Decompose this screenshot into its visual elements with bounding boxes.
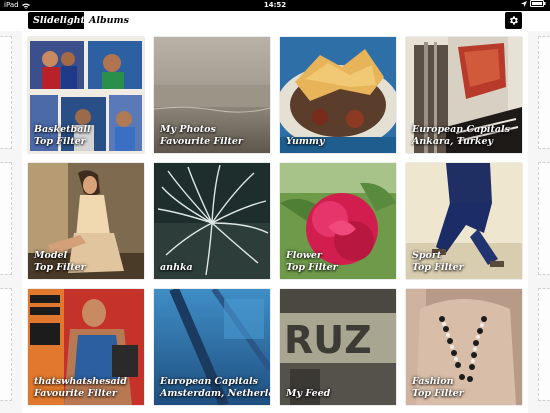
album-tile-ankara[interactable]: European Capitals Ankara, Turkey [406, 37, 522, 153]
album-title: Fashion [412, 376, 454, 387]
album-caption: Basketball Top Filter [34, 124, 140, 148]
album-caption: Fashion Top Filter [412, 376, 518, 400]
album-tile-flower[interactable]: Flower Top Filter [280, 163, 396, 279]
previous-page-preview [0, 36, 12, 149]
album-subtitle: Favourite Filter [34, 388, 117, 399]
album-caption: anhka [160, 262, 266, 274]
album-title: Sport [412, 250, 442, 261]
next-page-preview [538, 288, 550, 401]
album-tile-basketball[interactable]: Basketball Top Filter [28, 37, 144, 153]
status-bar: iPad 14:52 [0, 0, 550, 11]
album-title: My Photos [160, 124, 216, 135]
album-caption: European Capitals Ankara, Turkey [412, 124, 518, 148]
gear-icon [510, 16, 518, 25]
album-caption: thatswhatshesaid Favourite Filter [34, 376, 140, 400]
tab-slidelight[interactable]: Slidelight [28, 12, 90, 29]
tab-albums[interactable]: Albums [84, 12, 134, 29]
album-caption: European Capitals Amsterdam, Netherlands [160, 376, 270, 400]
album-tile-my-feed[interactable]: RUZ My Feed [280, 289, 396, 405]
status-time: 14:52 [263, 1, 287, 9]
previous-page-preview [0, 162, 12, 275]
album-subtitle: Favourite Filter [160, 136, 243, 147]
top-navbar: Slidelight Albums [0, 11, 550, 30]
album-title: anhka [160, 262, 193, 273]
album-subtitle: Top Filter [412, 262, 464, 273]
album-caption: Yummy [286, 136, 392, 148]
album-title: My Feed [286, 388, 331, 399]
album-subtitle: Top Filter [34, 262, 86, 273]
album-subtitle: Amsterdam, Netherlands [160, 388, 270, 399]
album-title: Basketball [34, 124, 91, 135]
album-title: European Capitals [412, 124, 511, 135]
album-caption: Model Top Filter [34, 250, 140, 274]
album-tile-anhka[interactable]: anhka [154, 163, 270, 279]
album-tile-amsterdam[interactable]: European Capitals Amsterdam, Netherlands [154, 289, 270, 405]
album-tile-fashion[interactable]: Fashion Top Filter [406, 289, 522, 405]
album-tile-thatswhatshesaid[interactable]: thatswhatshesaid Favourite Filter [28, 289, 144, 405]
album-title: European Capitals [160, 376, 259, 387]
album-title: Model [34, 250, 68, 261]
album-title: Yummy [286, 136, 325, 147]
svg-text:RUZ: RUZ [284, 318, 372, 362]
album-subtitle: Top Filter [34, 136, 86, 147]
next-page-preview [538, 162, 550, 275]
album-title: Flower [286, 250, 322, 261]
status-right [521, 0, 546, 7]
album-subtitle: Top Filter [286, 262, 338, 273]
album-tile-model[interactable]: Model Top Filter [28, 163, 144, 279]
album-caption: My Feed [286, 388, 392, 400]
album-tile-my-photos[interactable]: My Photos Favourite Filter [154, 37, 270, 153]
album-caption: My Photos Favourite Filter [160, 124, 266, 148]
location-arrow-icon [521, 0, 527, 7]
previous-page-preview [0, 288, 12, 401]
album-caption: Sport Top Filter [412, 250, 518, 274]
album-caption: Flower Top Filter [286, 250, 392, 274]
album-subtitle: Top Filter [412, 388, 464, 399]
album-tile-yummy[interactable]: Yummy [280, 37, 396, 153]
next-page-preview [538, 36, 550, 149]
album-title: thatswhatshesaid [34, 376, 127, 387]
album-tile-sport[interactable]: Sport Top Filter [406, 163, 522, 279]
battery-icon [530, 0, 546, 7]
album-subtitle: Ankara, Turkey [412, 136, 494, 147]
settings-button[interactable] [505, 12, 522, 29]
